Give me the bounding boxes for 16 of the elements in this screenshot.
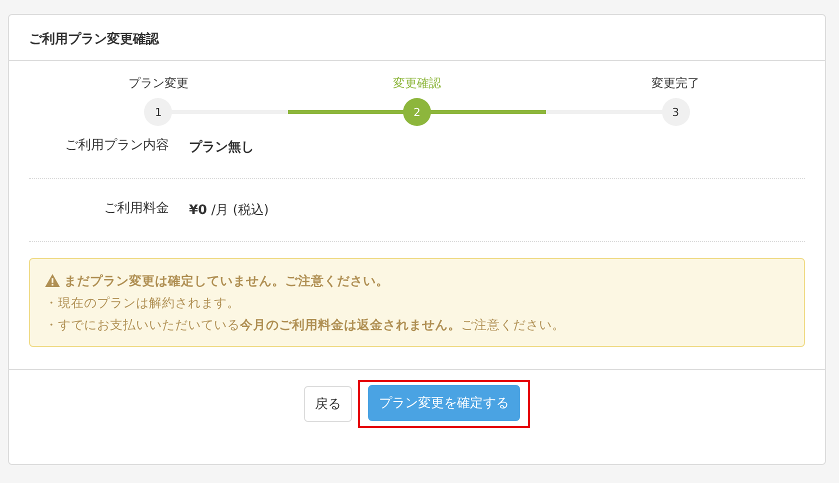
detail-label: ご利用プラン内容	[64, 137, 169, 155]
step-circle: 3	[662, 98, 690, 126]
step-label: 変更完了	[652, 75, 700, 92]
alert-text: ・現在のプランは解約されます。	[45, 294, 241, 312]
alert-text: ・すでにお支払いいただいている今月のご利用料金は返金されません。ご注意ください。	[45, 316, 566, 334]
detail-label: ご利用料金	[103, 200, 169, 218]
step-circle: 2	[402, 98, 431, 126]
step-label: 変更確認	[392, 75, 441, 92]
card-title: ご利用プラン変更確認	[29, 32, 159, 47]
step-label: プラン変更	[128, 75, 188, 92]
step-circle: 1	[144, 98, 172, 126]
back-button[interactable]: 戻る	[304, 386, 352, 422]
detail-value: ¥0 /月 (税込)	[189, 202, 270, 219]
alert-heading: まだプラン変更は確定していません。ご注意ください。	[64, 272, 389, 290]
warning-icon	[45, 274, 60, 287]
detail-value: プラン無し	[189, 138, 255, 156]
